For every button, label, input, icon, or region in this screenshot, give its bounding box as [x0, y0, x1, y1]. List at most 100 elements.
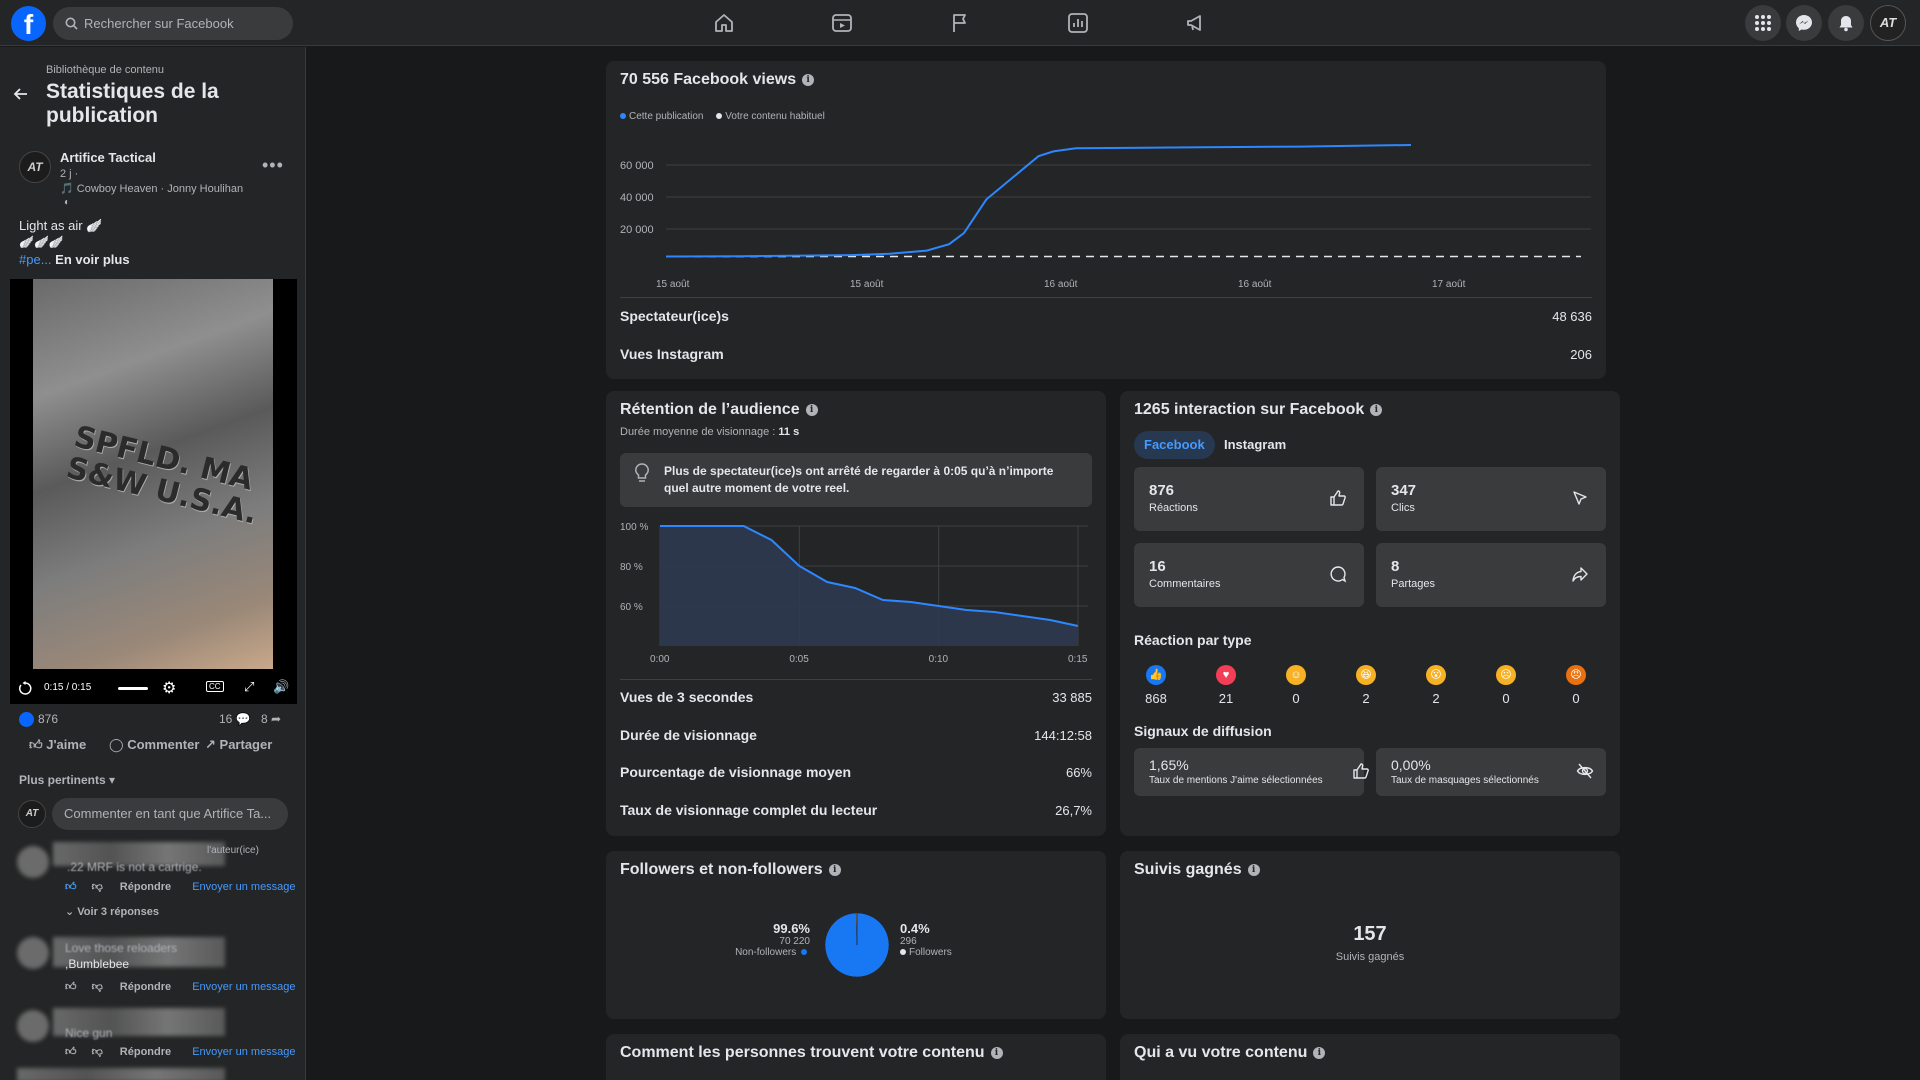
info-icon[interactable]: i	[828, 863, 841, 876]
comment-button[interactable]: ◯ Commenter	[109, 737, 199, 753]
comment-text: Love those reloaders	[65, 941, 178, 955]
comment-count-wrap[interactable]: 16 💬	[219, 712, 251, 726]
y-tick-label: 60 000	[620, 160, 654, 172]
breadcrumb[interactable]: Bibliothèque de contenu	[46, 64, 164, 76]
metric-value-complete-rate: 26,7%	[1055, 803, 1092, 818]
comment-like-icon[interactable]: 👍︎	[65, 981, 77, 993]
info-icon[interactable]: i	[802, 73, 815, 86]
view-replies-link[interactable]: ⌄ Voir 3 réponses	[65, 905, 159, 918]
legend-usual-content: Votre contenu habituel	[716, 111, 825, 122]
video-player[interactable]: SPFLD. MA S&W U.S.A. 0:15 / 0:15 ⚙ CC ⤢ …	[10, 279, 297, 704]
comment-actions: 👍︎ 👎︎ Répondre Envoyer un message	[65, 980, 305, 993]
reply-button[interactable]: Répondre	[120, 1046, 171, 1058]
tab-instagram[interactable]: Instagram	[1214, 431, 1296, 459]
hashtag-link[interactable]: #pe...	[19, 252, 52, 267]
settings-gear-icon[interactable]: ⚙	[162, 678, 176, 698]
tile-shares: 8 Partages	[1376, 543, 1606, 607]
views-card-title: 70 556 Facebook views i	[620, 71, 815, 89]
share-count-wrap[interactable]: 8 ➦	[261, 712, 281, 726]
author-badge: l'auteur(ice)	[207, 845, 259, 856]
comment-dislike-icon[interactable]: 👎︎	[92, 1046, 103, 1058]
menu-grid-button[interactable]	[1745, 5, 1781, 41]
search-input[interactable]: Rechercher sur Facebook	[53, 7, 293, 40]
metric-label-avg-watch-pct: Pourcentage de visionnage moyen	[620, 764, 852, 780]
comment-like-icon[interactable]: 👍︎	[65, 1046, 77, 1058]
post-author-name[interactable]: Artifice Tactical	[60, 150, 156, 165]
reaction-haha-count: 2	[1362, 691, 1370, 706]
follows-gained-card: Suivis gagnés i 157 Suivis gagnés	[1120, 851, 1620, 1019]
speaker-icon[interactable]: 🔊	[273, 679, 289, 695]
see-more-link[interactable]: En voir plus	[55, 252, 129, 267]
globe-icon: ◐	[64, 197, 71, 208]
tab-facebook[interactable]: Facebook	[1134, 431, 1215, 459]
post-author-avatar[interactable]: AT	[19, 151, 51, 183]
comment-input[interactable]: Commenter en tant que Artifice Ta...	[52, 798, 288, 830]
x-tick-label: 0:15	[1068, 654, 1088, 665]
pages-flag-icon[interactable]	[948, 11, 972, 35]
comment-avatar[interactable]	[17, 846, 49, 878]
profile-avatar[interactable]: AT	[1870, 5, 1906, 41]
home-icon[interactable]	[712, 11, 736, 35]
followers-card: Followers et non-followers i 99.6% 70 220…	[606, 851, 1106, 1019]
comment-like-icon[interactable]: 👍︎	[65, 881, 77, 893]
info-icon[interactable]: i	[990, 1046, 1003, 1059]
more-options-icon[interactable]: •••	[262, 155, 284, 176]
page-title: Statistiques de la publication	[46, 80, 219, 127]
comment-avatar[interactable]	[17, 937, 49, 969]
avg-watch-time: Durée moyenne de visionnage : 11 s	[620, 426, 800, 438]
back-arrow-icon[interactable]	[12, 85, 30, 103]
info-icon[interactable]: i	[1247, 863, 1260, 876]
discovery-card: Comment les personnes trouvent votre con…	[606, 1034, 1106, 1080]
search-icon	[65, 17, 78, 30]
send-message-link[interactable]: Envoyer un message	[192, 981, 295, 993]
follows-gained-value: 157	[1353, 923, 1387, 945]
follows-gained-label: Suivis gagnés	[1335, 951, 1405, 963]
y-tick-label: 60 %	[620, 602, 643, 613]
volume-slider[interactable]	[118, 687, 148, 690]
fullscreen-icon[interactable]: ⤢	[244, 679, 254, 695]
video-icon[interactable]	[830, 11, 854, 35]
legend-dot-white-icon	[900, 949, 906, 956]
notifications-button[interactable]	[1828, 5, 1864, 41]
replay-icon[interactable]	[18, 681, 33, 696]
insights-icon[interactable]	[1066, 11, 1090, 35]
reaction-care-icon: ☺	[1286, 665, 1306, 685]
reaction-like-icon: 👍	[1146, 665, 1166, 685]
send-message-link[interactable]: Envoyer un message	[192, 1046, 295, 1058]
comment-text: Nice gun	[65, 1026, 113, 1040]
views-card: 70 556 Facebook views i Cette publication…	[606, 61, 1606, 379]
info-icon[interactable]: i	[1370, 403, 1383, 416]
send-message-link[interactable]: Envoyer un message	[192, 881, 295, 893]
facebook-logo[interactable]: f	[11, 6, 46, 41]
share-button[interactable]: ↗ Partager	[205, 737, 272, 753]
reply-button[interactable]: Répondre	[120, 981, 171, 993]
eye-off-icon	[1576, 763, 1594, 779]
info-icon[interactable]: i	[805, 403, 818, 416]
reply-button[interactable]: Répondre	[120, 881, 171, 893]
retention-card: Rétention de l’audience i Durée moyenne d…	[606, 391, 1106, 836]
legend-dot-blue-icon	[801, 949, 807, 956]
metric-value-avg-watch-pct: 66%	[1065, 765, 1092, 780]
post-caption-line2: 🪽🪽🪽	[19, 235, 64, 249]
comment-dislike-icon[interactable]: 👎︎	[92, 981, 103, 993]
share-icon	[1572, 567, 1588, 582]
chevron-down-icon: ⌄	[65, 906, 75, 918]
tile-comments: 16 Commentaires	[1134, 543, 1364, 607]
messenger-button[interactable]	[1786, 5, 1822, 41]
comment-dislike-icon[interactable]: 👎︎	[92, 881, 103, 893]
followers-legend: 0.4% 296 Followers	[900, 921, 952, 958]
info-icon[interactable]: i	[1313, 1046, 1326, 1059]
comment-avatar[interactable]	[17, 1010, 49, 1042]
captions-icon[interactable]: CC	[206, 681, 224, 692]
signal-hide-rate: 0,00% Taux de masquages sélectionnés	[1376, 748, 1606, 796]
post-caption-line3: #pe... En voir plus	[19, 252, 130, 267]
comment-sort-dropdown[interactable]: Plus pertinents ▾	[19, 773, 115, 787]
like-button[interactable]: 👍︎ J'aime	[29, 737, 86, 753]
reaction-count[interactable]: 876	[38, 712, 58, 726]
reaction-sad-count: 0	[1502, 691, 1510, 706]
comment-small-icon: 💬	[235, 712, 251, 726]
megaphone-icon[interactable]	[1184, 11, 1208, 35]
x-tick-label: 0:00	[650, 654, 670, 665]
post-music[interactable]: 🎵 Cowboy Heaven · Jonny Houlihan	[60, 182, 243, 195]
commenter-avatar[interactable]: AT	[18, 800, 46, 828]
